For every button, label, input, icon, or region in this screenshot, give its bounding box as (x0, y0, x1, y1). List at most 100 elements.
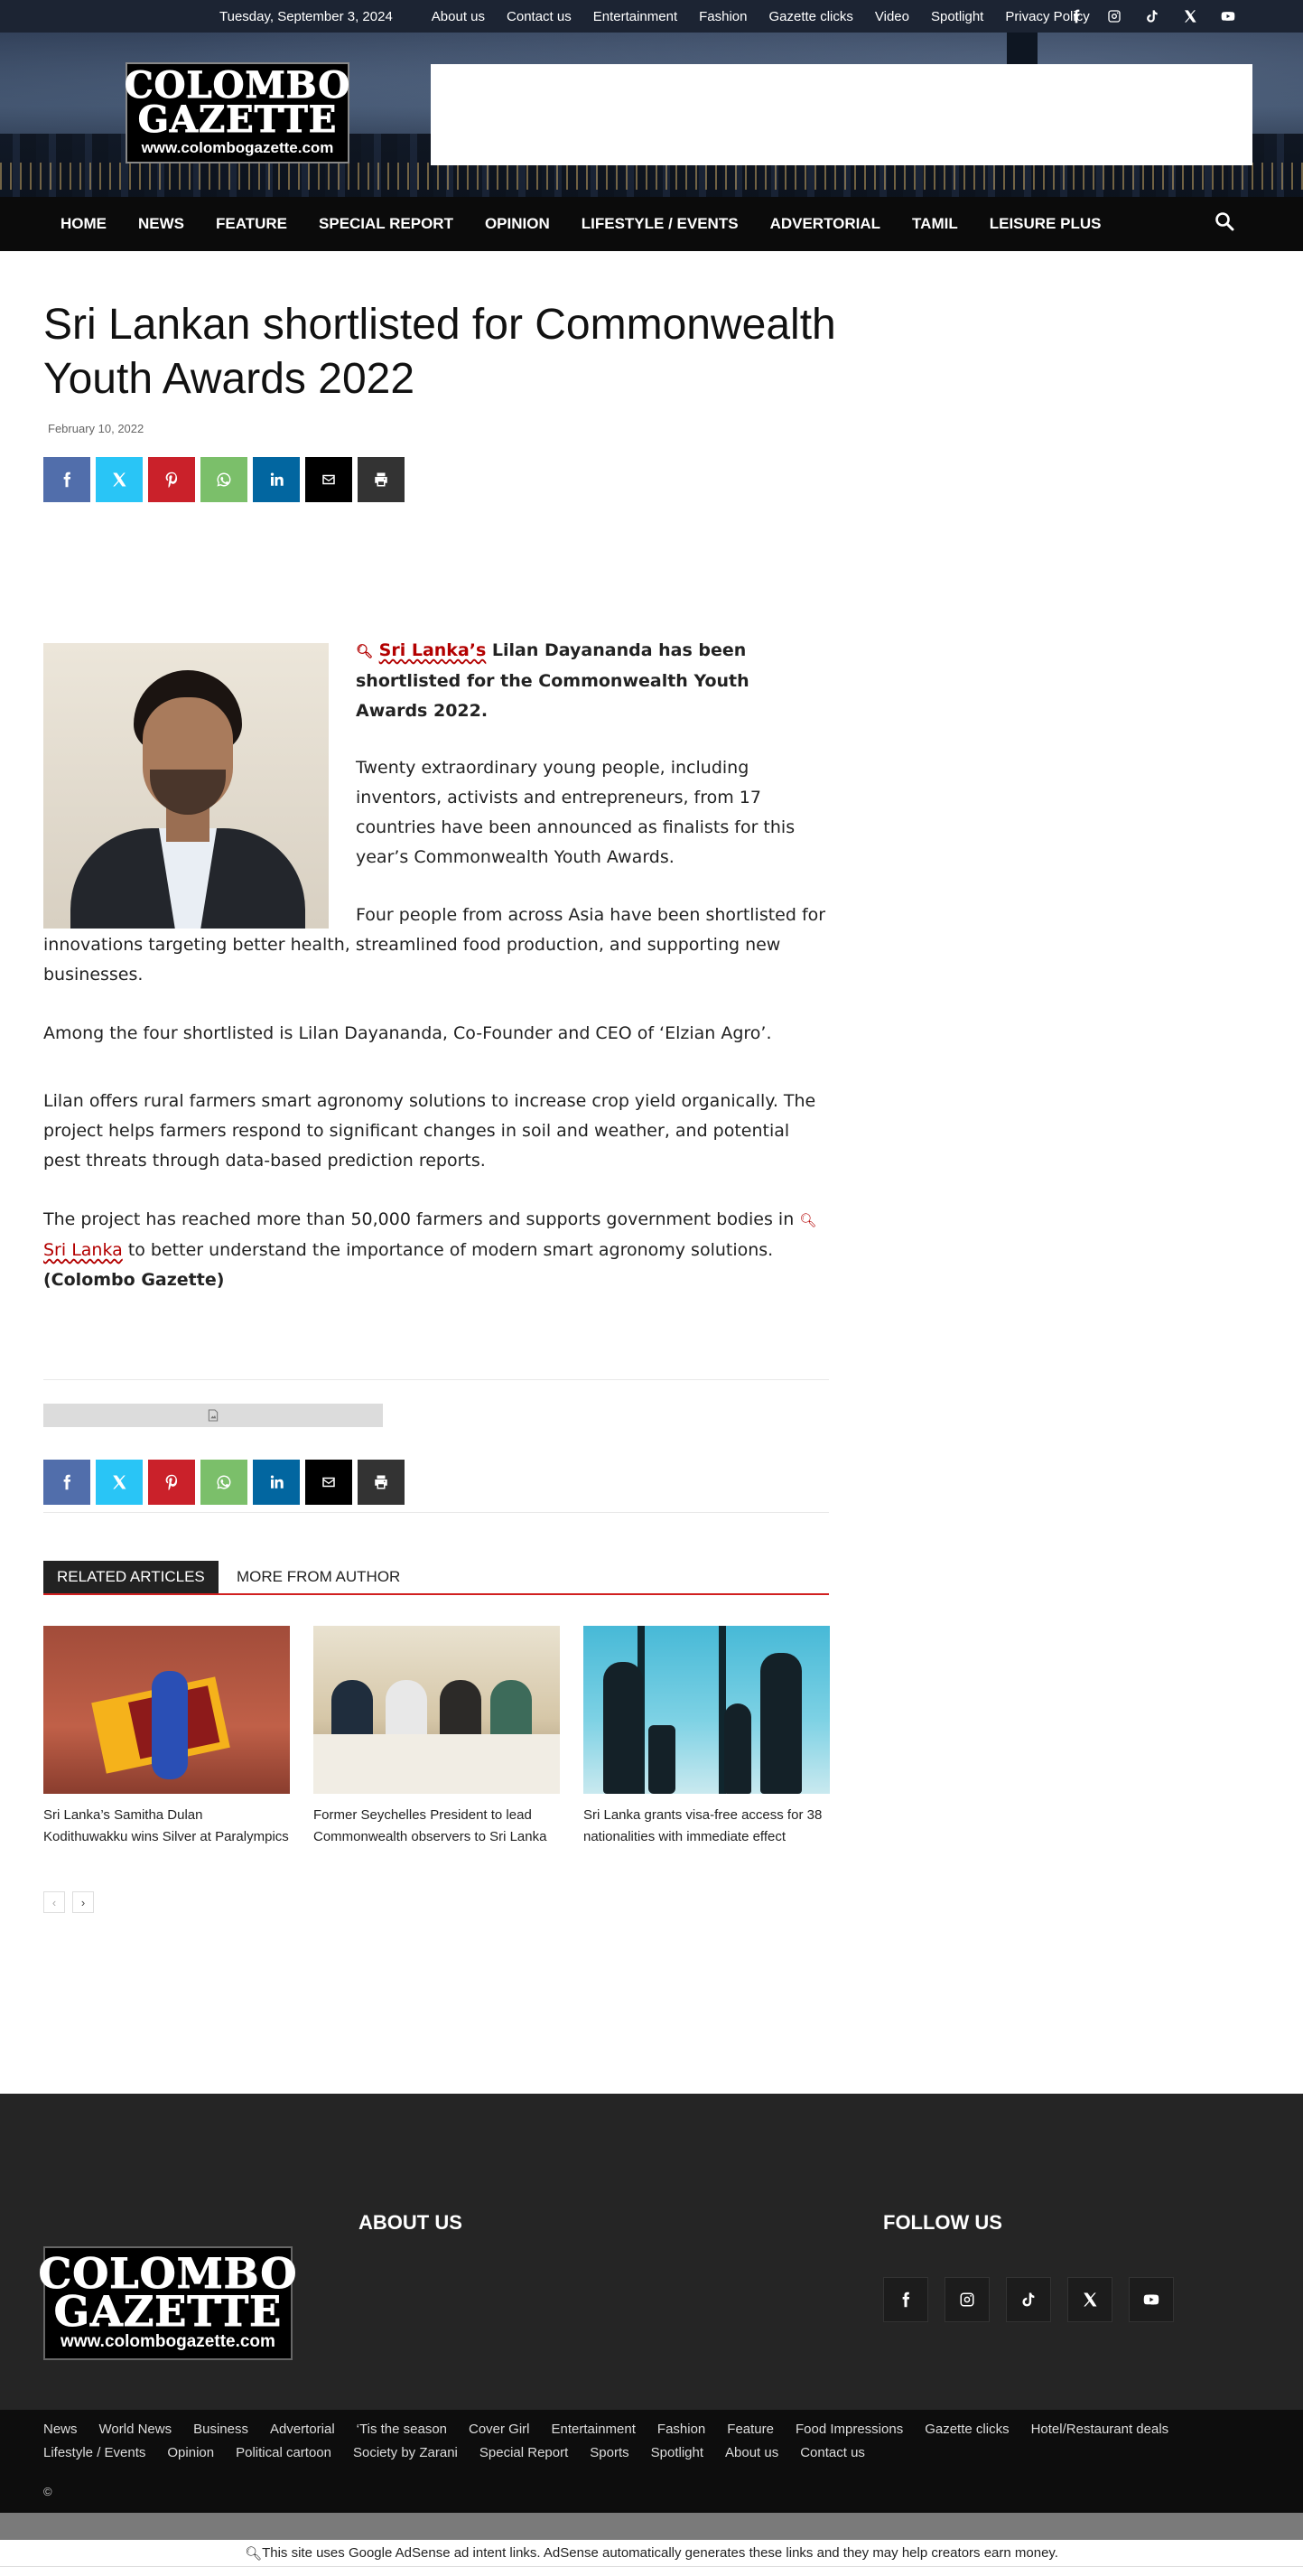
footer-link[interactable]: Advertorial (270, 2422, 335, 2437)
share-print-button[interactable] (358, 457, 405, 502)
site-logo[interactable]: COLOMBO GAZETTE www.colombogazette.com (124, 62, 350, 163)
share-x-button[interactable] (96, 457, 143, 502)
related-thumbnail[interactable] (583, 1626, 830, 1794)
footer-link[interactable]: Sports (590, 2445, 628, 2460)
x-icon (113, 1475, 126, 1489)
footer-link[interactable]: Gazette clicks (925, 2422, 1009, 2437)
top-link-video[interactable]: Video (875, 9, 909, 24)
author-photo (43, 643, 329, 929)
footer-link[interactable]: Hotel/Restaurant deals (1031, 2422, 1169, 2437)
related-thumbnail[interactable] (43, 1626, 290, 1794)
related-article-card[interactable]: Sri Lanka’s Samitha Dulan Kodithuwakku w… (43, 1626, 290, 1848)
current-date: Tuesday, September 3, 2024 (219, 8, 393, 24)
footer-link[interactable]: Lifestyle / Events (43, 2445, 145, 2460)
footer-link[interactable]: News (43, 2422, 78, 2437)
related-article-title[interactable]: Sri Lanka’s Samitha Dulan Kodithuwakku w… (43, 1805, 290, 1848)
footer-instagram-button[interactable] (945, 2277, 990, 2322)
nav-home[interactable]: HOME (60, 215, 107, 233)
related-article-title[interactable]: Sri Lanka grants visa-free access for 38… (583, 1805, 830, 1848)
footer-links-row-2: Lifestyle / Events Opinion Political car… (43, 2445, 887, 2460)
footer-link[interactable]: Entertainment (552, 2422, 636, 2437)
print-icon (375, 1475, 387, 1489)
tiktok-icon (1022, 2292, 1035, 2307)
youtube-icon (1143, 2294, 1159, 2305)
related-thumbnail[interactable] (313, 1626, 560, 1794)
nav-feature[interactable]: FEATURE (216, 215, 287, 233)
print-icon (375, 472, 387, 487)
instagram-icon[interactable] (1107, 9, 1122, 23)
nav-special-report[interactable]: SPECIAL REPORT (319, 215, 453, 233)
footer-youtube-button[interactable] (1129, 2277, 1174, 2322)
footer-link[interactable]: Opinion (167, 2445, 214, 2460)
footer-link[interactable]: Cover Girl (469, 2422, 530, 2437)
nav-tamil[interactable]: TAMIL (912, 215, 958, 233)
share-email-button[interactable] (305, 1460, 352, 1505)
footer-link[interactable]: Food Impressions (796, 2422, 903, 2437)
ad-intent-link-sri-lanka[interactable]: Sri Lanka (43, 1240, 123, 1260)
article-paragraph-2: Twenty extraordinary young people, inclu… (356, 758, 796, 867)
share-whatsapp-button[interactable] (200, 457, 247, 502)
footer-tiktok-button[interactable] (1006, 2277, 1051, 2322)
tab-related-articles[interactable]: RELATED ARTICLES (43, 1561, 219, 1593)
nav-advertorial[interactable]: ADVERTORIAL (770, 215, 880, 233)
search-icon[interactable] (1214, 210, 1235, 232)
footer-link[interactable]: World News (99, 2422, 172, 2437)
footer-link[interactable]: Political cartoon (236, 2445, 331, 2460)
footer-link[interactable]: Spotlight (651, 2445, 703, 2460)
related-article-card[interactable]: Sri Lanka grants visa-free access for 38… (583, 1626, 830, 1848)
pinterest-icon (165, 471, 178, 488)
tab-more-from-author[interactable]: MORE FROM AUTHOR (237, 1561, 400, 1593)
logo-line-2: GAZETTE (137, 98, 338, 141)
city-lights (0, 163, 1303, 190)
share-email-button[interactable] (305, 457, 352, 502)
pager-prev-button[interactable]: ‹ (43, 1891, 65, 1913)
nav-news[interactable]: NEWS (138, 215, 184, 233)
facebook-icon[interactable] (1069, 9, 1084, 23)
top-link-fashion[interactable]: Fashion (699, 9, 747, 24)
article-source: (Colombo Gazette) (43, 1270, 225, 1290)
footer-link[interactable]: Contact us (800, 2445, 865, 2460)
share-pinterest-button[interactable] (148, 457, 195, 502)
share-linkedin-button[interactable] (253, 1460, 300, 1505)
footer-link[interactable]: Fashion (657, 2422, 705, 2437)
footer-facebook-button[interactable] (883, 2277, 928, 2322)
logo-url: www.colombogazette.com (141, 139, 334, 156)
footer-link[interactable]: ‘Tis the season (357, 2422, 447, 2437)
footer-x-button[interactable] (1067, 2277, 1112, 2322)
footer-link[interactable]: About us (725, 2445, 778, 2460)
tiktok-icon[interactable] (1145, 9, 1159, 23)
article-paragraph-3: Four people from across Asia have been s… (43, 905, 826, 985)
gray-strip (0, 2513, 1303, 2540)
top-link-spotlight[interactable]: Spotlight (931, 9, 983, 24)
top-link-contact-us[interactable]: Contact us (507, 9, 572, 24)
article-lead: 🔍︎ Sri Lanka’s Lilan Dayananda has been … (356, 636, 825, 726)
share-whatsapp-button[interactable] (200, 1460, 247, 1505)
share-x-button[interactable] (96, 1460, 143, 1505)
footer-link[interactable]: Society by Zarani (353, 2445, 458, 2460)
footer-link[interactable]: Special Report (479, 2445, 568, 2460)
share-linkedin-button[interactable] (253, 457, 300, 502)
share-facebook-button[interactable] (43, 1460, 90, 1505)
share-print-button[interactable] (358, 1460, 405, 1505)
top-link-entertainment[interactable]: Entertainment (593, 9, 677, 24)
footer-logo[interactable]: COLOMBO GAZETTE www.colombogazette.com (38, 2246, 297, 2360)
p6-text-after: to better understand the importance of m… (122, 1240, 774, 1260)
footer-link[interactable]: Feature (727, 2422, 774, 2437)
share-facebook-button[interactable] (43, 457, 90, 502)
nav-leisure-plus[interactable]: LEISURE PLUS (990, 215, 1102, 233)
ad-intent-link-sri-lankas[interactable]: Sri Lanka’s (379, 640, 487, 660)
top-link-gazette-clicks[interactable]: Gazette clicks (769, 9, 853, 24)
nav-opinion[interactable]: OPINION (485, 215, 550, 233)
x-icon[interactable] (1183, 9, 1197, 23)
magnifier-icon: 🔍︎ (799, 1212, 817, 1228)
facebook-icon (63, 1474, 71, 1490)
related-article-title[interactable]: Former Seychelles President to lead Comm… (313, 1805, 560, 1848)
youtube-icon[interactable] (1221, 9, 1235, 23)
x-icon (113, 472, 126, 487)
top-link-about-us[interactable]: About us (432, 9, 485, 24)
related-article-card[interactable]: Former Seychelles President to lead Comm… (313, 1626, 560, 1848)
footer-link[interactable]: Business (193, 2422, 248, 2437)
share-pinterest-button[interactable] (148, 1460, 195, 1505)
pager-next-button[interactable]: › (72, 1891, 94, 1913)
nav-lifestyle-events[interactable]: LIFESTYLE / EVENTS (582, 215, 739, 233)
